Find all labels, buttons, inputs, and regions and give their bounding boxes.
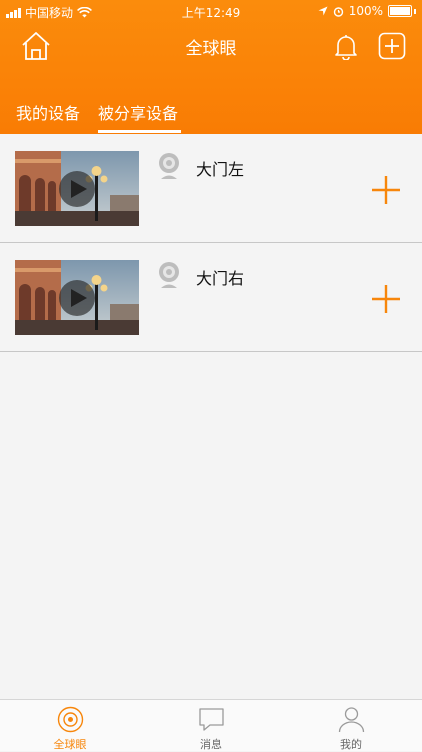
tab-active-indicator	[98, 130, 181, 133]
tab-messages[interactable]: 消息	[141, 700, 281, 751]
device-name: 大门左	[196, 160, 245, 179]
person-icon	[338, 707, 365, 733]
status-bar: 中国移动 上午12:49 100%	[0, 0, 422, 22]
eye-camera-icon	[57, 706, 84, 733]
battery-icon	[388, 5, 412, 17]
tab-global-eye[interactable]: 全球眼	[0, 700, 140, 751]
alarm-icon	[333, 6, 343, 17]
device-name: 大门右	[196, 269, 245, 288]
device-row[interactable]: 大门右	[0, 243, 422, 352]
webcam-icon	[159, 262, 179, 288]
device-row[interactable]: 大门左	[0, 134, 422, 243]
video-thumbnail[interactable]	[15, 260, 139, 335]
tab-shared-devices[interactable]: 被分享设备	[98, 100, 178, 124]
video-thumbnail[interactable]	[15, 151, 139, 226]
location-arrow-icon	[318, 6, 328, 16]
device-tabs: 我的设备 被分享设备	[0, 86, 422, 134]
add-device-icon[interactable]	[378, 32, 406, 60]
bell-icon[interactable]	[332, 32, 360, 60]
add-icon[interactable]	[370, 283, 402, 315]
chat-bubble-icon	[199, 708, 224, 731]
webcam-icon	[159, 153, 179, 179]
bottom-tab-bar: 全球眼 消息 我的	[0, 699, 422, 751]
tab-my-devices[interactable]: 我的设备	[16, 100, 80, 124]
battery-cap	[414, 8, 416, 14]
battery-percent: 100%	[348, 4, 383, 18]
tab-profile[interactable]: 我的	[281, 700, 421, 751]
nav-bar: 全球眼	[0, 22, 422, 70]
add-icon[interactable]	[370, 174, 402, 206]
header: 中国移动 上午12:49 100% 全球眼 我的设备 被分享设备	[0, 0, 422, 134]
